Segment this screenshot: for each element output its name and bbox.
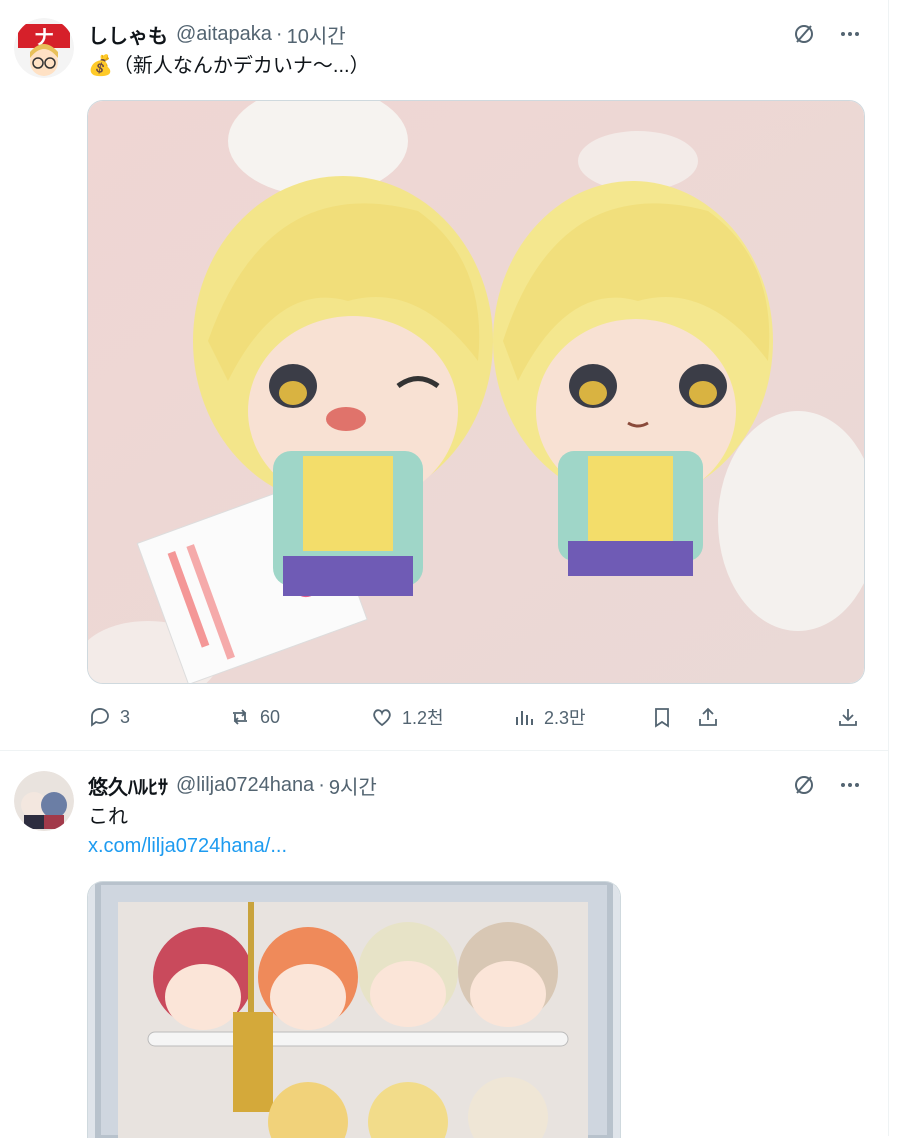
reply-button[interactable]: 3 (88, 702, 130, 732)
download-icon (839, 709, 857, 726)
grok-icon[interactable] (790, 771, 818, 799)
like-button[interactable]: 1.2천 (370, 702, 444, 732)
tweet-link[interactable]: x.com/lilja0724hana/... (88, 835, 287, 858)
header-actions (790, 771, 864, 799)
views-icon (516, 711, 533, 725)
tweet[interactable]: 悠久ﾊﾙﾋｻ @lilja0724hana · 9시간 これ x.com/lil… (0, 751, 888, 1138)
timeline: ナ ししゃも @aitapaka · 10시간 💰（新人なんかデカいナ〜...）… (0, 0, 889, 1138)
share-button[interactable] (696, 702, 720, 732)
handle[interactable]: @aitapaka (176, 23, 272, 46)
share-icon (699, 707, 717, 726)
timestamp[interactable]: 10시간 (287, 20, 346, 49)
separator: · (318, 773, 325, 796)
reply-icon (91, 708, 109, 727)
handle[interactable]: @lilja0724hana (176, 774, 314, 797)
tweet-text: これ (88, 806, 128, 828)
grok-icon[interactable] (790, 20, 818, 48)
tweet-header: ししゃも @aitapaka · 10시간 (88, 20, 864, 48)
tweet-actions: 3 60 1.2천 2.3만 (88, 702, 864, 732)
tweet-text: 💰（新人なんかデカいナ〜...） (88, 55, 370, 77)
repost-icon (233, 709, 247, 725)
more-icon[interactable] (836, 771, 864, 799)
bookmark-icon (655, 708, 669, 728)
views-button[interactable]: 2.3만 (512, 702, 586, 732)
tweet-photo[interactable] (87, 881, 621, 1138)
display-name[interactable]: ししゃも (88, 20, 168, 49)
download-button[interactable] (836, 702, 860, 732)
avatar[interactable]: ナ (14, 18, 74, 78)
avatar[interactable] (14, 771, 74, 831)
tweet-photo[interactable] (87, 100, 865, 684)
bookmark-button[interactable] (650, 702, 674, 732)
header-actions (790, 20, 864, 48)
separator: · (275, 22, 283, 45)
tweet[interactable]: ナ ししゃも @aitapaka · 10시간 💰（新人なんかデカいナ〜...）… (0, 0, 888, 751)
like-count: 1.2천 (402, 708, 444, 728)
more-icon[interactable] (836, 20, 864, 48)
tweet-header: 悠久ﾊﾙﾋｻ @lilja0724hana · 9시간 (88, 771, 864, 799)
like-icon (373, 709, 391, 727)
repost-count: 60 (260, 706, 281, 727)
display-name[interactable]: 悠久ﾊﾙﾋｻ (88, 771, 168, 800)
views-count: 2.3만 (544, 708, 586, 728)
repost-button[interactable]: 60 (228, 702, 280, 732)
reply-count: 3 (120, 706, 131, 727)
timestamp[interactable]: 9시간 (329, 771, 377, 800)
